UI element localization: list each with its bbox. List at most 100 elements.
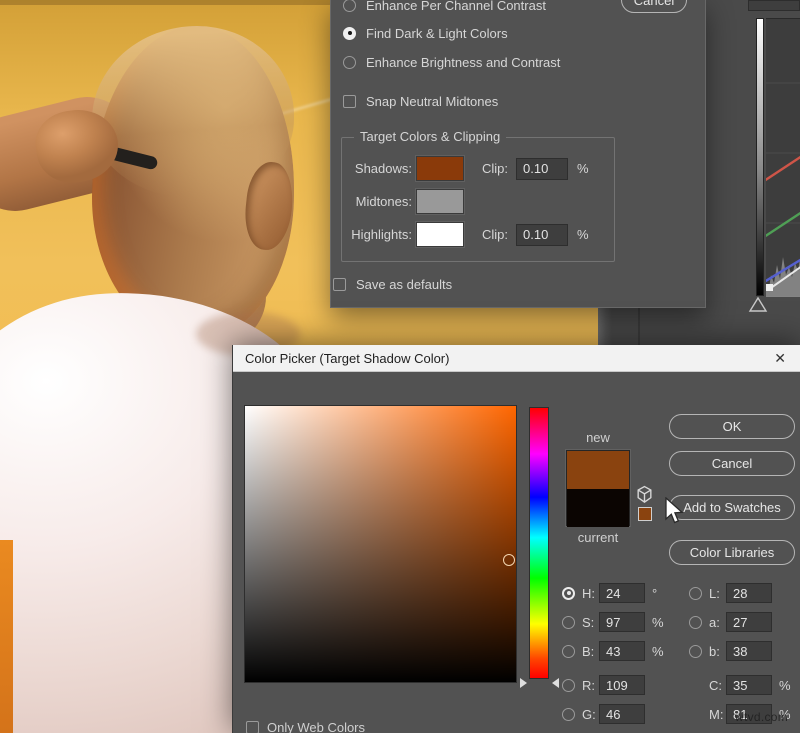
hue-slider-right-arrow[interactable] <box>552 678 559 688</box>
a-label: a: <box>709 615 726 630</box>
green-channel-curve <box>766 212 800 237</box>
clip-label: Clip: <box>482 227 508 242</box>
mouse-cursor <box>663 497 685 525</box>
close-icon[interactable]: ✕ <box>774 351 786 365</box>
a-radio[interactable] <box>689 616 702 629</box>
watermark: wtvd.com <box>735 710 788 724</box>
r-input[interactable] <box>599 675 645 695</box>
checkbox-icon[interactable] <box>333 278 346 291</box>
save-defaults-label: Save as defaults <box>356 277 452 292</box>
m-label: M: <box>709 707 726 722</box>
highlights-swatch[interactable] <box>416 222 464 247</box>
auto-dialog-cancel-label: Cancel <box>634 0 674 8</box>
color-libraries-button[interactable]: Color Libraries <box>669 540 795 565</box>
color-field-marker[interactable] <box>503 554 515 566</box>
l-label: L: <box>709 586 726 601</box>
radio-icon[interactable] <box>343 0 356 12</box>
g-label: G: <box>582 707 599 722</box>
r-label: R: <box>582 678 599 693</box>
curves-channel-dropdown[interactable] <box>748 0 800 11</box>
red-channel-curve <box>766 156 800 181</box>
save-as-defaults-option[interactable]: Save as defaults <box>333 277 452 292</box>
c-unit: % <box>779 678 795 693</box>
add-to-swatches-label: Add to Swatches <box>683 500 781 515</box>
current-label: current <box>566 530 630 545</box>
radio-option-find-dark-light[interactable]: Find Dark & Light Colors <box>343 24 508 42</box>
ok-label: OK <box>723 419 742 434</box>
panel-divider <box>638 305 640 345</box>
add-to-swatches-button[interactable]: Add to Swatches <box>669 495 795 520</box>
b-radio[interactable] <box>562 645 575 658</box>
shadows-swatch[interactable] <box>416 156 464 181</box>
group-title: Target Colors & Clipping <box>354 129 506 144</box>
snap-neutral-midtones-option[interactable]: Snap Neutral Midtones <box>343 92 498 110</box>
color-picker-dialog: Color Picker (Target Shadow Color) ✕ new… <box>232 345 800 733</box>
current-color-swatch <box>567 489 629 527</box>
h-input[interactable] <box>599 583 645 603</box>
curves-plot[interactable] <box>766 18 800 296</box>
r-field-row: R: <box>562 675 668 695</box>
b-label: B: <box>582 644 599 659</box>
shadows-label: Shadows: <box>350 161 412 176</box>
curves-gradient-bar <box>756 18 764 296</box>
color-picker-titlebar[interactable]: Color Picker (Target Shadow Color) ✕ <box>233 345 800 372</box>
cancel-button[interactable]: Cancel <box>669 451 795 476</box>
hue-slider[interactable] <box>529 407 549 679</box>
checkbox-icon[interactable] <box>343 95 356 108</box>
gamut-clip-swatch[interactable] <box>638 507 652 521</box>
radio-label: Enhance Per Channel Contrast <box>366 0 546 13</box>
bb-input[interactable] <box>726 641 772 661</box>
b-field-row: B: % <box>562 641 668 661</box>
a-input[interactable] <box>726 612 772 632</box>
midtones-swatch[interactable] <box>416 189 464 214</box>
new-label: new <box>566 430 630 445</box>
only-web-colors-option[interactable]: Only Web Colors <box>246 720 365 733</box>
s-radio[interactable] <box>562 616 575 629</box>
radio-option-enhance-per-channel[interactable]: Enhance Per Channel Contrast <box>343 0 546 14</box>
auto-dialog-cancel-button[interactable]: Cancel <box>621 0 687 13</box>
clip-label: Clip: <box>482 161 508 176</box>
shadows-row: Shadows: Clip: % <box>350 156 589 181</box>
g-radio[interactable] <box>562 708 575 721</box>
percent-sign: % <box>577 227 589 242</box>
midtones-row: Midtones: <box>350 189 464 214</box>
bb-radio[interactable] <box>689 645 702 658</box>
s-unit: % <box>652 615 668 630</box>
new-color-swatch <box>567 451 629 489</box>
radio-icon-selected[interactable] <box>343 27 356 40</box>
target-colors-groupbox: Target Colors & Clipping Shadows: Clip: … <box>341 137 615 262</box>
gamut-warning-cube-icon[interactable] <box>635 485 654 507</box>
radio-icon[interactable] <box>343 56 356 69</box>
cancel-label: Cancel <box>712 456 752 471</box>
g-field-row: G: <box>562 704 668 724</box>
g-input[interactable] <box>599 704 645 724</box>
curve-point[interactable] <box>766 284 773 291</box>
c-input[interactable] <box>726 675 772 695</box>
hue-slider-left-arrow[interactable] <box>520 678 527 688</box>
s-field-row: S: % <box>562 612 668 632</box>
highlights-clip-input[interactable] <box>516 224 568 246</box>
shadow-input-slider[interactable] <box>748 296 768 313</box>
highlights-label: Highlights: <box>350 227 412 242</box>
shadows-clip-input[interactable] <box>516 158 568 180</box>
l-field-row: L: <box>689 583 772 603</box>
auto-color-dialog: Cancel Enhance Per Channel Contrast Find… <box>330 0 706 308</box>
r-radio[interactable] <box>562 679 575 692</box>
l-radio[interactable] <box>689 587 702 600</box>
checkbox-icon[interactable] <box>246 721 259 733</box>
highlights-row: Highlights: Clip: % <box>350 222 589 247</box>
s-input[interactable] <box>599 612 645 632</box>
ok-button[interactable]: OK <box>669 414 795 439</box>
h-unit: ° <box>652 586 668 601</box>
radio-label: Enhance Brightness and Contrast <box>366 55 560 70</box>
c-field-row: C: % <box>689 675 795 695</box>
radio-option-enhance-brightness[interactable]: Enhance Brightness and Contrast <box>343 53 560 71</box>
b-input[interactable] <box>599 641 645 661</box>
h-field-row: H: ° <box>562 583 668 603</box>
l-input[interactable] <box>726 583 772 603</box>
saturation-brightness-field[interactable] <box>244 405 517 683</box>
orange-edge-strip <box>0 540 13 733</box>
h-label: H: <box>582 586 599 601</box>
h-radio[interactable] <box>562 587 575 600</box>
curves-plot-svg <box>766 19 800 297</box>
